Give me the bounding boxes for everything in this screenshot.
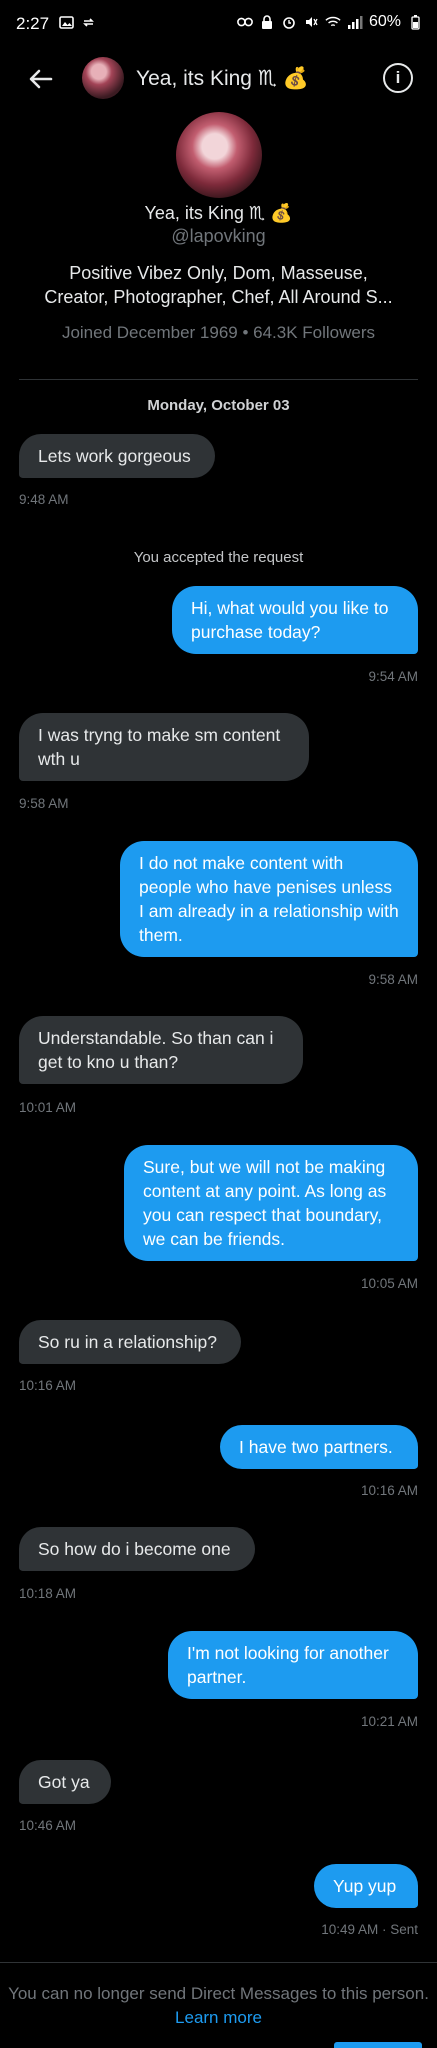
message-timestamp: 10:16 AM	[19, 1378, 77, 1393]
profile-avatar[interactable]	[175, 112, 262, 198]
profile-handle: @lapovking	[171, 226, 266, 246]
conversation-header: Yea, its King ♏ 💰 i	[0, 52, 437, 106]
header-avatar[interactable]	[82, 57, 124, 99]
info-icon: i	[395, 68, 401, 87]
signal-icon	[347, 14, 363, 30]
battery-icon	[407, 14, 423, 30]
message-bubble-sent[interactable]: I'm not looking for another partner.	[168, 1631, 418, 1699]
arrow-left-icon	[29, 69, 53, 89]
message-timestamp: 9:48 AM	[19, 492, 69, 507]
dm-disabled-notice: You can no longer send Direct Messages t…	[0, 1982, 437, 2030]
status-time: 2:27	[16, 14, 50, 33]
profile-bio-line: Positive Vibez Only, Dom, Masseuse,	[69, 263, 368, 283]
day-separator: Monday, October 03	[147, 397, 290, 414]
profile-bio-line: Creator, Photographer, Chef, All Around …	[44, 287, 393, 307]
message-bubble-received[interactable]: Lets work gorgeous	[19, 434, 215, 478]
sync-icon	[80, 14, 96, 30]
message-bubble-received[interactable]: I was tryng to make sm content wth u	[19, 713, 309, 781]
info-button[interactable]: i	[383, 63, 413, 93]
message-bubble-sent[interactable]: I do not make content with people who ha…	[120, 841, 418, 957]
header-title[interactable]: Yea, its King ♏ 💰	[136, 66, 309, 91]
message-timestamp: 9:58 AM	[19, 796, 69, 811]
message-bubble-sent[interactable]: I have two partners.	[220, 1425, 418, 1469]
profile-bio: Positive Vibez Only, Dom, Masseuse, Crea…	[44, 261, 394, 309]
dm-disabled-text: You can no longer send Direct Messages t…	[8, 1984, 429, 2003]
message-timestamp: 10:46 AM	[19, 1818, 77, 1833]
learn-more-link[interactable]: Learn more	[175, 2008, 262, 2027]
lock-icon	[259, 14, 275, 30]
mute-icon	[303, 14, 319, 30]
profile-meta: Joined December 1969 • 64.3K Followers	[61, 323, 376, 342]
message-status: 10:49 AM · Sent	[321, 1922, 418, 1937]
message-timestamp: 10:18 AM	[19, 1586, 77, 1601]
message-timestamp: 10:05 AM	[360, 1276, 418, 1291]
divider	[0, 1962, 437, 1963]
link-icon	[237, 14, 253, 30]
message-bubble-sent[interactable]: Sure, but we will not be making content …	[124, 1145, 418, 1261]
message-bubble-sent[interactable]: Hi, what would you like to purchase toda…	[172, 586, 418, 654]
status-bar: 2:27 60%	[0, 0, 437, 48]
message-bubble-received[interactable]: Understandable. So than can i get to kno…	[19, 1016, 303, 1084]
battery-percent: 60%	[368, 13, 401, 30]
message-timestamp: 10:21 AM	[360, 1714, 418, 1729]
message-timestamp: 9:54 AM	[368, 669, 418, 684]
message-timestamp: 10:01 AM	[19, 1100, 77, 1115]
message-bubble-received[interactable]: So how do i become one	[19, 1527, 255, 1571]
message-timestamp: 10:16 AM	[360, 1483, 418, 1498]
alarm-icon	[281, 14, 297, 30]
message-bubble-received[interactable]: Got ya	[19, 1760, 111, 1804]
message-bubble-received[interactable]: So ru in a relationship?	[19, 1320, 241, 1364]
divider	[19, 379, 418, 380]
gallery-icon	[58, 14, 74, 30]
back-button[interactable]	[24, 62, 58, 96]
profile-card: Yea, its King ♏ 💰 @lapovking Positive Vi…	[0, 112, 437, 343]
wifi-icon	[325, 14, 341, 30]
message-timestamp: 9:58 AM	[368, 972, 418, 987]
message-bubble-sent[interactable]: Yup yup	[314, 1864, 418, 1908]
system-note: You accepted the request	[133, 549, 304, 566]
bottom-indicator	[334, 2042, 422, 2048]
profile-name: Yea, its King ♏ 💰	[144, 203, 293, 223]
